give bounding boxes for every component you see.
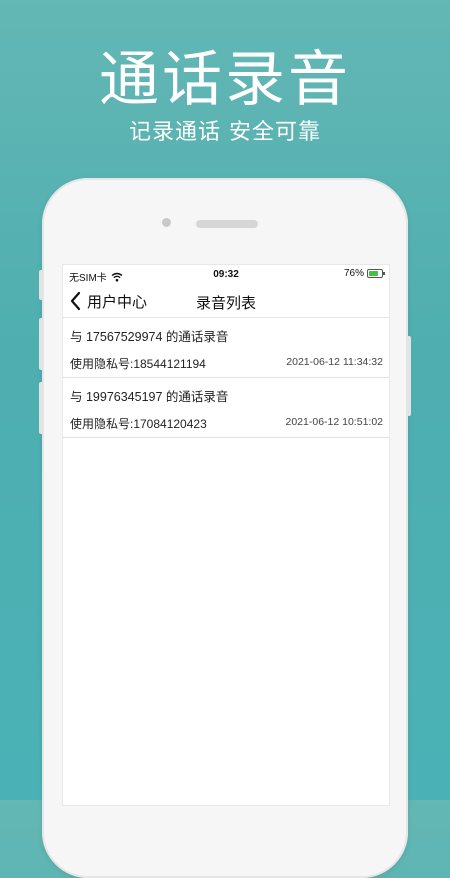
phone-volume-up-button (39, 318, 43, 370)
recording-private-number: 使用隐私号:17084120423 (70, 417, 207, 431)
battery-icon (367, 269, 385, 278)
phone-speaker (196, 220, 258, 228)
recording-title: 与 19976345197 的通话录音 (70, 390, 229, 404)
battery-level-fill (369, 271, 378, 276)
status-battery-group: 76% (343, 268, 385, 279)
phone-power-button (407, 336, 411, 416)
battery-cap (383, 272, 385, 275)
back-button[interactable]: 用户中心 (67, 289, 147, 313)
recording-private-number: 使用隐私号:18544121194 (70, 357, 206, 371)
recording-title: 与 17567529974 的通话录音 (70, 330, 229, 344)
recording-timestamp: 2021-06-12 11:34:32 (286, 356, 383, 368)
phone-mute-switch (39, 270, 43, 300)
back-button-label: 用户中心 (87, 293, 148, 311)
chevron-left-icon (70, 291, 81, 311)
promo-title: 通话录音 (99, 45, 351, 115)
status-time: 09:32 (213, 269, 239, 280)
recording-list-item[interactable]: 与 17567529974 的通话录音 使用隐私号:18544121194 20… (63, 318, 389, 378)
recording-timestamp: 2021-06-12 10:51:02 (285, 416, 384, 428)
status-bar: 无SIM卡 09:32 76% (63, 265, 389, 285)
battery-percent: 76% (343, 268, 364, 279)
recording-list: 与 17567529974 的通话录音 使用隐私号:18544121194 20… (63, 318, 389, 438)
phone-volume-down-button (39, 382, 43, 434)
recording-list-item[interactable]: 与 19976345197 的通话录音 使用隐私号:17084120423 20… (63, 378, 389, 438)
phone-screen: 无SIM卡 09:32 76% 用户中心 录音列表 与 17567529974 … (63, 265, 389, 805)
promo-subtitle: 记录通话 安全可靠 (129, 120, 321, 145)
nav-bar: 用户中心 录音列表 (63, 285, 389, 318)
phone-camera (162, 218, 171, 227)
